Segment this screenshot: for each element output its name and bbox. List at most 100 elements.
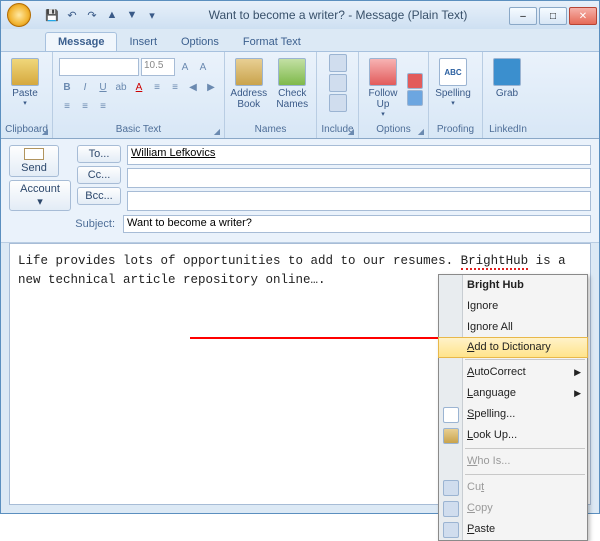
bullets-icon[interactable]: ≡ [149, 79, 165, 95]
italic-icon[interactable]: I [77, 79, 93, 95]
basictext-dialog-icon[interactable]: ◢ [212, 126, 222, 136]
group-include: Include ◢ [317, 52, 359, 138]
numbering-icon[interactable]: ≡ [167, 79, 183, 95]
clipboard-dialog-icon[interactable]: ◢ [40, 126, 50, 136]
paste-label: Paste [12, 88, 38, 99]
submenu-arrow-icon: ▶ [574, 366, 581, 380]
menu-item-spelling[interactable]: Spelling... [439, 404, 587, 425]
underline-icon[interactable]: U [95, 79, 111, 95]
to-button[interactable]: To... [77, 145, 121, 163]
cc-button[interactable]: Cc... [77, 166, 121, 184]
address-book-label: Address Book [229, 88, 269, 110]
bcc-field[interactable] [127, 191, 591, 211]
message-header: Send Account ▾ To... Cc... Bcc... Willia… [1, 139, 599, 243]
maximize-button[interactable]: □ [539, 7, 567, 25]
subject-field[interactable]: Want to become a writer? [123, 215, 591, 233]
options-dialog-icon[interactable]: ◢ [416, 126, 426, 136]
menu-item-label: Copy [467, 500, 493, 517]
indent-icon[interactable]: ▶ [203, 79, 219, 95]
redo-icon[interactable]: ↷ [83, 6, 101, 24]
importance-low-icon[interactable] [407, 90, 423, 106]
quick-access-toolbar: 💾 ↶ ↷ ▲ ▼ ▾ [37, 6, 167, 24]
menu-item-label: Add to Dictionary [467, 339, 551, 356]
spelling-button[interactable]: ABC Spelling ▾ [433, 56, 473, 122]
menu-item-paste[interactable]: Paste [439, 519, 587, 540]
window-controls: – □ ✕ [509, 5, 599, 25]
cc-field[interactable] [127, 168, 591, 188]
menu-item-ignore-all[interactable]: Ignore All [439, 317, 587, 338]
align-center-icon[interactable]: ≡ [77, 98, 93, 114]
align-right-icon[interactable]: ≡ [95, 98, 111, 114]
undo-icon[interactable]: ↶ [63, 6, 81, 24]
titlebar: 💾 ↶ ↷ ▲ ▼ ▾ Want to become a writer? - M… [1, 1, 599, 29]
menu-item-autocorrect[interactable]: AutoCorrect▶ [439, 362, 587, 383]
to-field[interactable]: William Lefkovics [127, 145, 591, 165]
include-dialog-icon[interactable]: ◢ [346, 126, 356, 136]
group-options-label: Options [363, 124, 424, 136]
qat-customize-icon[interactable]: ▾ [143, 6, 161, 24]
envelope-icon [24, 148, 44, 160]
misspelled-word[interactable]: BrightHub [461, 254, 529, 270]
menu-item-label: Paste [467, 521, 495, 538]
menu-item-add-to-dictionary[interactable]: Add to Dictionary [438, 337, 588, 358]
book-icon [443, 428, 459, 444]
spelling-label: Spelling [435, 88, 471, 99]
address-book-button[interactable]: Address Book [229, 56, 269, 122]
check-names-button[interactable]: Check Names [273, 56, 313, 122]
menu-item-language[interactable]: Language▶ [439, 383, 587, 404]
tab-options[interactable]: Options [169, 33, 231, 51]
outlook-message-window: 💾 ↶ ↷ ▲ ▼ ▾ Want to become a writer? - M… [0, 0, 600, 514]
message-body[interactable]: Life provides lots of opportunities to a… [9, 243, 591, 505]
menu-item-label: Ignore All [467, 319, 513, 336]
account-button[interactable]: Account ▾ [9, 180, 71, 211]
bold-icon[interactable]: B [59, 79, 75, 95]
menu-item-ignore[interactable]: Ignore [439, 296, 587, 317]
attach-file-icon[interactable] [329, 54, 347, 72]
next-item-icon[interactable]: ▼ [123, 6, 141, 24]
paste-button[interactable]: Paste ▾ [5, 56, 45, 122]
menu-item-who-is: Who Is... [439, 451, 587, 472]
group-proofing-label: Proofing [433, 124, 478, 136]
group-names: Address Book Check Names Names [225, 52, 317, 138]
group-options: Follow Up ▾ Options ◢ [359, 52, 429, 138]
tab-message[interactable]: Message [45, 32, 117, 51]
menu-item-label: Cut [467, 479, 484, 496]
menu-item-look-up[interactable]: Look Up... [439, 425, 587, 446]
send-button[interactable]: Send [9, 145, 59, 177]
ribbon: Paste ▾ Clipboard ◢ 10.5 A A B I U a [1, 51, 599, 139]
paste-icon [443, 522, 459, 538]
group-clipboard: Paste ▾ Clipboard ◢ [1, 52, 53, 138]
tab-format-text[interactable]: Format Text [231, 33, 313, 51]
menu-item-bright-hub[interactable]: Bright Hub [439, 275, 587, 296]
follow-up-button[interactable]: Follow Up ▾ [363, 56, 403, 122]
cut-icon [443, 480, 459, 496]
menu-separator [465, 448, 585, 449]
office-button[interactable] [1, 1, 37, 29]
bcc-button[interactable]: Bcc... [77, 187, 121, 205]
annotation-arrow [190, 337, 460, 339]
signature-icon[interactable] [329, 94, 347, 112]
font-name-combo[interactable] [59, 58, 139, 76]
grab-button[interactable]: Grab [487, 56, 527, 122]
font-size-combo[interactable]: 10.5 [141, 58, 175, 76]
save-icon[interactable]: 💾 [43, 6, 61, 24]
grow-font-icon[interactable]: A [177, 59, 193, 75]
font-color-icon[interactable]: A [131, 79, 147, 95]
shrink-font-icon[interactable]: A [195, 59, 211, 75]
outdent-icon[interactable]: ◀ [185, 79, 201, 95]
group-basic-text-label: Basic Text [57, 124, 220, 136]
abc-icon [443, 407, 459, 423]
spelling-context-menu: Bright HubIgnore Ignore All Add to Diction… [438, 274, 588, 541]
importance-high-icon[interactable] [407, 73, 423, 89]
ribbon-tabs: Message Insert Options Format Text [1, 29, 599, 51]
menu-item-cut: Cut [439, 477, 587, 498]
minimize-button[interactable]: – [509, 7, 537, 25]
group-basic-text: 10.5 A A B I U ab A ≡ ≡ ◀ ▶ ≡ ≡ [53, 52, 225, 138]
align-left-icon[interactable]: ≡ [59, 98, 75, 114]
attach-item-icon[interactable] [329, 74, 347, 92]
tab-insert[interactable]: Insert [117, 33, 169, 51]
window-title: Want to become a writer? - Message (Plai… [167, 8, 509, 22]
prev-item-icon[interactable]: ▲ [103, 6, 121, 24]
close-button[interactable]: ✕ [569, 7, 597, 25]
highlight-icon[interactable]: ab [113, 79, 129, 95]
